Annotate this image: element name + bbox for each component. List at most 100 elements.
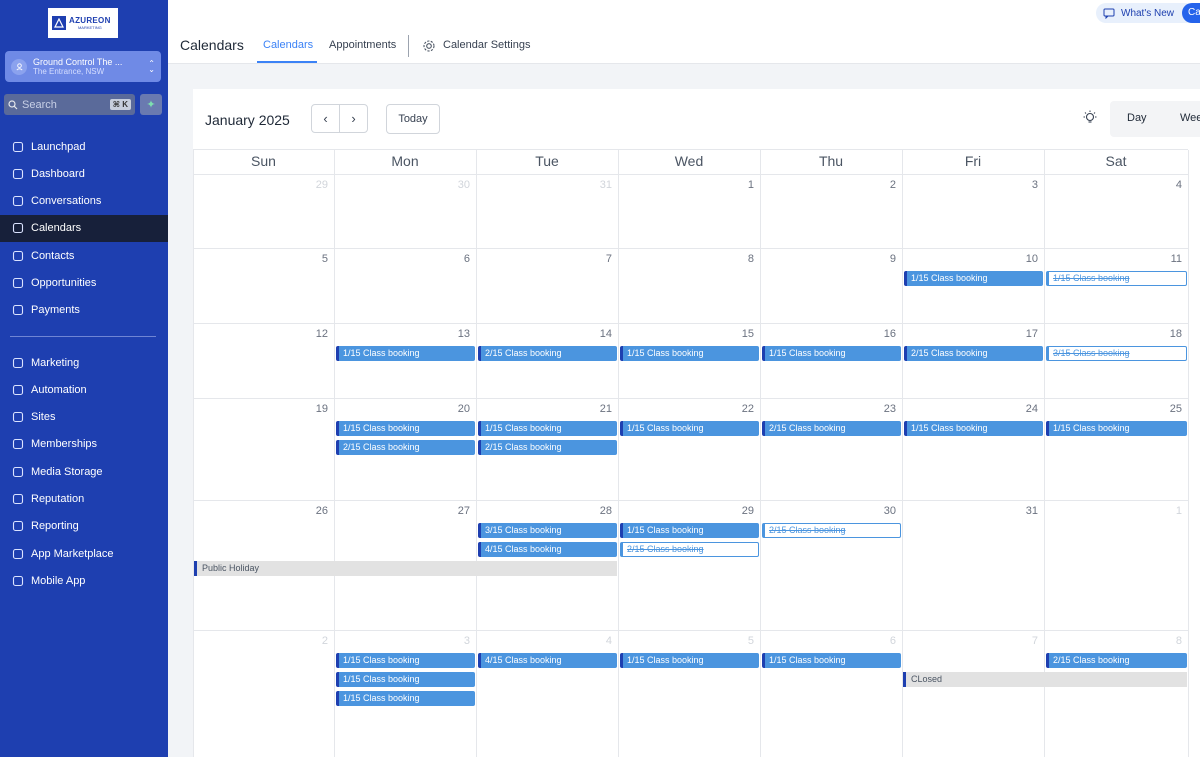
sidebar-item-conversations[interactable]: Conversations	[0, 188, 168, 215]
sidebar-item-memberships[interactable]: Memberships	[0, 431, 168, 458]
sidebar-item-media-storage[interactable]: Media Storage	[0, 458, 168, 485]
event[interactable]: 1/15 Class booking	[336, 691, 475, 706]
day-number[interactable]: 17	[1008, 328, 1038, 340]
day-number[interactable]: 26	[298, 505, 328, 517]
day-number[interactable]: 11	[1152, 253, 1182, 265]
all-day-event[interactable]: Public Holiday	[194, 561, 617, 576]
lightbulb-icon[interactable]	[1082, 110, 1098, 126]
next-month-button[interactable]: ›	[339, 105, 367, 132]
sidebar-item-mobile-app[interactable]: Mobile App	[0, 567, 168, 594]
day-number[interactable]: 20	[440, 403, 470, 415]
view-day-button[interactable]: Day	[1127, 112, 1147, 124]
sidebar-item-app-marketplace[interactable]: App Marketplace	[0, 540, 168, 567]
day-number[interactable]: 27	[440, 505, 470, 517]
ai-sparkle-icon[interactable]: ✦	[140, 94, 162, 115]
day-number[interactable]: 1	[724, 179, 754, 191]
day-number[interactable]: 2	[866, 179, 896, 191]
event-cancelled[interactable]: 1/15 Class booking	[1046, 271, 1187, 286]
event[interactable]: 1/15 Class booking	[904, 421, 1043, 436]
event[interactable]: 2/15 Class booking	[904, 346, 1043, 361]
event[interactable]: 1/15 Class booking	[336, 653, 475, 668]
event[interactable]: 1/15 Class booking	[1046, 421, 1187, 436]
day-number[interactable]: 19	[298, 403, 328, 415]
event[interactable]: 1/15 Class booking	[904, 271, 1043, 286]
tab-appointments[interactable]: Appointments	[329, 39, 396, 51]
event[interactable]: 4/15 Class booking	[478, 653, 617, 668]
event-cancelled[interactable]: 3/15 Class booking	[1046, 346, 1187, 361]
event[interactable]: 1/15 Class booking	[336, 421, 475, 436]
day-number[interactable]: 4	[582, 635, 612, 647]
sidebar-item-reporting[interactable]: Reporting	[0, 513, 168, 540]
day-number[interactable]: 3	[1008, 179, 1038, 191]
event-cancelled[interactable]: 2/15 Class booking	[762, 523, 901, 538]
day-number[interactable]: 6	[866, 635, 896, 647]
sidebar-item-dashboard[interactable]: Dashboard	[0, 160, 168, 187]
event[interactable]: 4/15 Class booking	[478, 542, 617, 557]
search-input[interactable]: Search ⌘ K	[4, 94, 135, 115]
day-number[interactable]: 25	[1152, 403, 1182, 415]
prev-month-button[interactable]: ‹	[312, 105, 339, 132]
day-number[interactable]: 23	[866, 403, 896, 415]
day-number[interactable]: 13	[440, 328, 470, 340]
day-number[interactable]: 28	[582, 505, 612, 517]
day-number[interactable]: 2	[298, 635, 328, 647]
event[interactable]: 3/15 Class booking	[478, 523, 617, 538]
day-number[interactable]: 15	[724, 328, 754, 340]
event-cancelled[interactable]: 2/15 Class booking	[620, 542, 759, 557]
event[interactable]: 1/15 Class booking	[620, 523, 759, 538]
day-number[interactable]: 31	[582, 179, 612, 191]
sidebar-item-sites[interactable]: Sites	[0, 404, 168, 431]
sidebar-item-payments[interactable]: Payments	[0, 297, 168, 324]
day-number[interactable]: 9	[866, 253, 896, 265]
event[interactable]: 1/15 Class booking	[478, 421, 617, 436]
day-number[interactable]: 14	[582, 328, 612, 340]
day-number[interactable]: 3	[440, 635, 470, 647]
day-number[interactable]: 4	[1152, 179, 1182, 191]
event[interactable]: 2/15 Class booking	[762, 421, 901, 436]
event[interactable]: 1/15 Class booking	[620, 653, 759, 668]
sidebar-item-contacts[interactable]: Contacts	[0, 242, 168, 269]
day-number[interactable]: 31	[1008, 505, 1038, 517]
today-button[interactable]: Today	[386, 104, 440, 134]
day-number[interactable]: 8	[724, 253, 754, 265]
event[interactable]: 2/15 Class booking	[478, 346, 617, 361]
sidebar-item-calendars[interactable]: Calendars	[0, 214, 168, 242]
event[interactable]: 2/15 Class booking	[1046, 653, 1187, 668]
tab-calendar-settings[interactable]: Calendar Settings	[443, 39, 530, 51]
day-number[interactable]: 7	[582, 253, 612, 265]
sidebar-item-automation[interactable]: Automation	[0, 376, 168, 403]
day-number[interactable]: 5	[724, 635, 754, 647]
day-number[interactable]: 30	[440, 179, 470, 191]
day-number[interactable]: 7	[1008, 635, 1038, 647]
day-number[interactable]: 8	[1152, 635, 1182, 647]
event[interactable]: 2/15 Class booking	[336, 440, 475, 455]
sidebar-item-reputation[interactable]: Reputation	[0, 486, 168, 513]
day-number[interactable]: 10	[1008, 253, 1038, 265]
day-number[interactable]: 18	[1152, 328, 1182, 340]
event[interactable]: 1/15 Class booking	[336, 672, 475, 687]
sidebar-item-opportunities[interactable]: Opportunities	[0, 270, 168, 297]
day-number[interactable]: 22	[724, 403, 754, 415]
brand-logo[interactable]: AZUREON MARKETING	[48, 8, 118, 38]
whats-new-button[interactable]: What's New	[1096, 3, 1196, 23]
header-cta-button[interactable]: Ca	[1182, 3, 1200, 23]
day-number[interactable]: 6	[440, 253, 470, 265]
event[interactable]: 1/15 Class booking	[620, 346, 759, 361]
day-number[interactable]: 21	[582, 403, 612, 415]
day-number[interactable]: 24	[1008, 403, 1038, 415]
all-day-event[interactable]: CLosed	[903, 672, 1187, 687]
day-number[interactable]: 12	[298, 328, 328, 340]
location-switcher[interactable]: Ground Control The ... The Entrance, NSW…	[5, 51, 161, 82]
sidebar-item-launchpad[interactable]: Launchpad	[0, 133, 168, 160]
day-number[interactable]: 5	[298, 253, 328, 265]
tab-calendars[interactable]: Calendars	[263, 39, 313, 51]
day-number[interactable]: 29	[298, 179, 328, 191]
event[interactable]: 2/15 Class booking	[478, 440, 617, 455]
event[interactable]: 1/15 Class booking	[762, 653, 901, 668]
sidebar-item-marketing[interactable]: Marketing	[0, 349, 168, 376]
event[interactable]: 1/15 Class booking	[620, 421, 759, 436]
day-number[interactable]: 1	[1152, 505, 1182, 517]
view-week-button[interactable]: Wee	[1180, 112, 1200, 124]
event[interactable]: 1/15 Class booking	[336, 346, 475, 361]
event[interactable]: 1/15 Class booking	[762, 346, 901, 361]
